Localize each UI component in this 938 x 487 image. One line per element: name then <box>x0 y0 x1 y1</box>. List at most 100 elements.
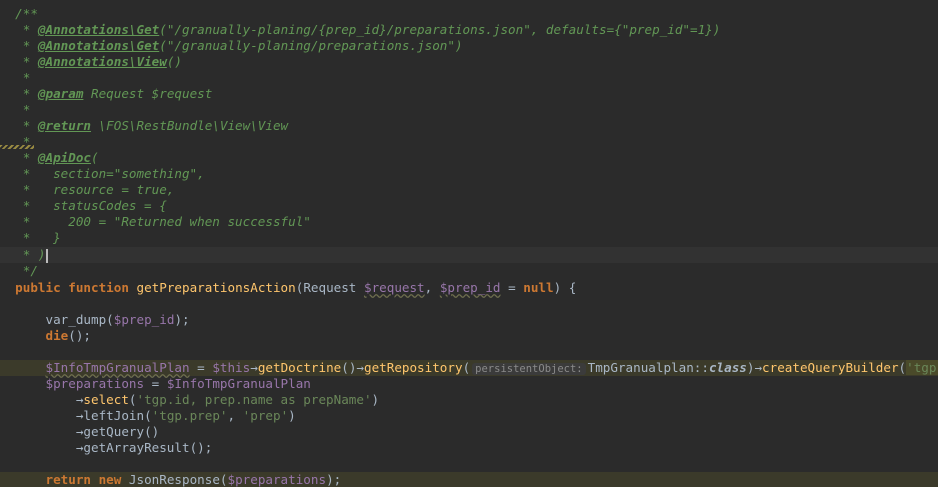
code-line[interactable]: * @return \FOS\RestBundle\View\View <box>0 118 938 134</box>
code-token: $this <box>212 360 251 375</box>
code-token: JsonResponse( <box>121 472 228 487</box>
code-token: @Annotations\Get <box>37 38 160 53</box>
code-token: ); <box>174 312 190 327</box>
parameter-hint: persistentObject: <box>472 363 586 375</box>
code-line[interactable]: public function getPreparationsAction(Re… <box>0 280 938 296</box>
code-line[interactable]: /** <box>0 6 938 22</box>
code-token: * ) <box>0 247 46 262</box>
code-token: * <box>0 22 38 37</box>
code-line[interactable] <box>0 344 938 360</box>
code-line[interactable]: * @ApiDoc( <box>0 150 938 166</box>
code-token: select <box>83 392 129 407</box>
code-token: @Annotations\View <box>37 54 167 69</box>
code-token: () <box>144 424 160 439</box>
code-line[interactable]: * ) <box>0 247 938 263</box>
code-token: * <box>0 102 31 117</box>
code-line[interactable]: */ <box>0 263 938 279</box>
code-token: * <box>0 38 38 53</box>
code-token: getArrayResult <box>83 440 190 455</box>
code-token: $preparations <box>227 472 327 487</box>
code-token: null <box>523 280 554 295</box>
code-token: )→ <box>746 360 763 375</box>
code-token: , <box>424 280 440 295</box>
code-token: \FOS\RestBundle\View\View <box>91 118 289 133</box>
code-token: TmpGranualplan <box>587 360 694 375</box>
code-line[interactable]: →getArrayResult(); <box>0 440 938 456</box>
code-line[interactable]: →select('tgp.id, prep.name as prepName') <box>0 392 938 408</box>
code-line[interactable]: $preparations = $InfoTmpGranualPlan <box>0 376 938 392</box>
code-token: ) <box>288 408 296 423</box>
code-line[interactable]: * 200 = "Returned when successful" <box>0 214 938 230</box>
code-token: * section="something", <box>0 166 205 181</box>
code-token: → <box>0 424 84 439</box>
code-token: Request $request <box>83 86 213 101</box>
code-token: getPreparationsAction <box>136 280 296 295</box>
code-token: 'tgp' <box>906 360 938 375</box>
code-line[interactable]: * <box>0 102 938 118</box>
code-token: ( <box>91 150 99 165</box>
code-token: var_dump <box>45 312 107 327</box>
code-token: ) <box>371 392 380 407</box>
code-token: $request <box>363 280 425 295</box>
code-token: * <box>0 118 38 133</box>
code-line[interactable]: * statusCodes = { <box>0 198 938 214</box>
code-token: * 200 = "Returned when successful" <box>0 214 311 229</box>
code-line[interactable]: var_dump($prep_id); <box>0 312 938 328</box>
code-token: ); <box>326 472 342 487</box>
code-token: * } <box>0 230 61 245</box>
code-token: → <box>0 440 84 455</box>
code-token: = <box>144 376 167 391</box>
code-line[interactable]: * <box>0 134 938 150</box>
code-token: getDoctrine <box>257 360 342 375</box>
code-token: * <box>0 86 38 101</box>
code-token: (); <box>189 440 213 455</box>
code-token: @param <box>37 86 84 101</box>
code-token: = <box>500 280 524 295</box>
code-token: ( <box>128 392 137 407</box>
code-line[interactable]: * } <box>0 230 938 246</box>
code-token: 'prep' <box>242 408 289 423</box>
code-line[interactable]: return new JsonResponse($preparations); <box>0 472 938 487</box>
code-editor[interactable]: /** * @Annotations\Get("/granually-plani… <box>0 0 938 487</box>
code-line[interactable]: →leftJoin('tgp.prep', 'prep') <box>0 408 938 424</box>
code-token: @ApiDoc <box>37 150 91 165</box>
code-token: */ <box>0 263 38 278</box>
code-line[interactable]: * <box>0 70 938 86</box>
code-token: getQuery <box>83 424 145 439</box>
code-token: (Request <box>295 280 364 295</box>
code-token: ( <box>106 312 114 327</box>
code-line[interactable]: $InfoTmpGranualPlan = $this→getDoctrine(… <box>0 360 938 376</box>
code-token: createQueryBuilder <box>762 360 899 375</box>
code-token: = <box>189 360 213 375</box>
code-token: () <box>166 54 182 69</box>
code-line[interactable]: →getQuery() <box>0 424 938 440</box>
code-token: $preparations <box>45 376 145 391</box>
code-token: $prep_id <box>439 280 501 295</box>
code-line[interactable] <box>0 296 938 312</box>
code-token: 'tgp.prep' <box>151 408 228 423</box>
code-token: 'tgp.id, prep.name as prepName' <box>136 392 372 407</box>
code-token: :: <box>693 360 709 375</box>
code-token: leftJoin <box>83 408 145 423</box>
code-line[interactable]: * @Annotations\View() <box>0 54 938 70</box>
code-line[interactable]: * resource = true, <box>0 182 938 198</box>
code-line[interactable]: die(); <box>0 328 938 344</box>
code-token: * <box>0 54 38 69</box>
code-line[interactable]: * @Annotations\Get("/granually-planing/{… <box>0 22 938 38</box>
code-token: * statusCodes = { <box>0 198 167 213</box>
code-line[interactable]: * @Annotations\Get("/granually-planing/p… <box>0 38 938 54</box>
text-cursor <box>45 248 48 263</box>
code-token: * resource = true, <box>0 182 175 197</box>
code-token: (); <box>68 328 91 343</box>
code-token: , <box>227 408 243 423</box>
code-token: return new <box>45 472 122 487</box>
code-line[interactable]: * section="something", <box>0 166 938 182</box>
code-token: * <box>0 150 38 165</box>
code-token: getRepository <box>363 360 463 375</box>
code-line[interactable] <box>0 456 938 472</box>
code-line[interactable]: * @param Request $request <box>0 86 938 102</box>
